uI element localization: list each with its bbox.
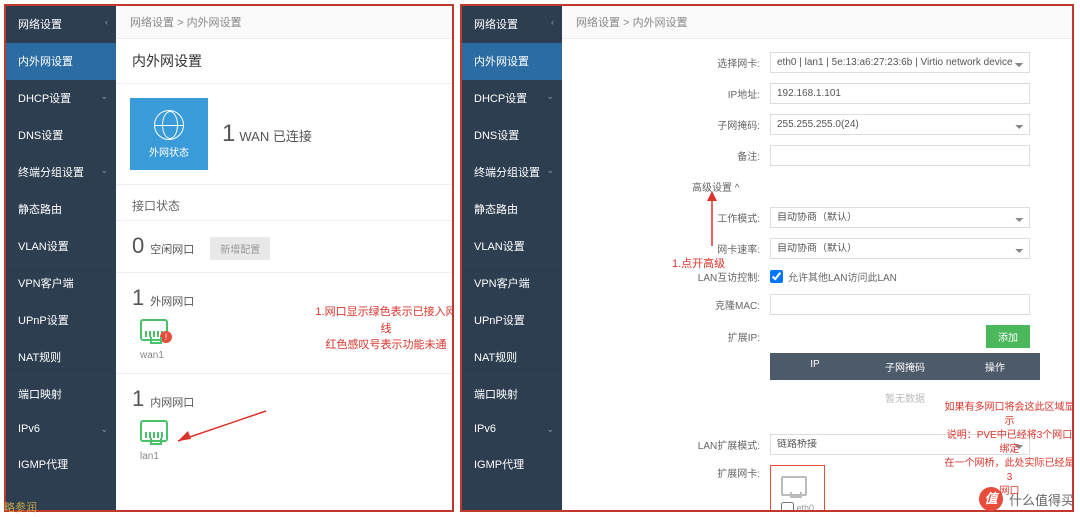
chevron-left-icon: ‹ [105, 17, 108, 27]
breadcrumb: 网络设置 > 内外网设置 [562, 6, 1072, 39]
sidebar-item-ipv6[interactable]: IPv6⌄ [462, 413, 562, 446]
chevron-down-icon: ⌄ [546, 424, 554, 435]
annotation-right-1: 1.点开高级 [672, 256, 725, 273]
advanced-toggle[interactable]: 高级设置 ^ [672, 171, 1072, 202]
wan-status-tile[interactable]: 外网状态 [130, 98, 208, 170]
nic-select[interactable]: eth0 | lan1 | 5e:13:a6:27:23:6b | Virtio… [770, 52, 1030, 73]
globe-icon [154, 110, 184, 140]
port-label-lan: lan1 [140, 451, 436, 462]
chevron-left-icon: ‹ [551, 17, 554, 27]
sidebar-item-dns[interactable]: DNS设置 [6, 117, 116, 154]
extip-table-header: IP子网掩码操作 [770, 353, 1040, 380]
sidebar-item-nat[interactable]: NAT规则 [6, 339, 116, 376]
breadcrumb: 网络设置 > 内外网设置 [116, 6, 452, 39]
sidebar-header[interactable]: 网络设置‹ [6, 6, 116, 43]
chevron-down-icon: ⌄ [546, 91, 554, 102]
ext-nic-label: 扩展网卡: [682, 465, 770, 480]
sidebar-item-vlan[interactable]: VLAN设置 [6, 228, 116, 265]
sidebar-item-vpn[interactable]: VPN客户端 [6, 265, 116, 302]
speed-select[interactable]: 自动协商（默认） [770, 238, 1030, 259]
content-right: 网络设置 > 内外网设置 选择网卡:eth0 | lan1 | 5e:13:a6… [562, 6, 1072, 510]
access-checkbox[interactable] [770, 270, 783, 283]
sidebar-item-dhcp[interactable]: DHCP设置⌄ [462, 80, 562, 117]
sidebar-item-vlan[interactable]: VLAN设置 [462, 228, 562, 265]
nic-icon[interactable] [781, 476, 807, 496]
extip-label: 扩展IP: [682, 329, 770, 344]
mac-label: 克隆MAC: [682, 297, 770, 312]
sidebar-header[interactable]: 网络设置‹ [462, 6, 562, 43]
wan-status-box: 外网状态 1WAN 已连接 [116, 84, 452, 185]
ip-label: IP地址: [682, 86, 770, 101]
mode-select[interactable]: 自动协商（默认） [770, 207, 1030, 228]
interface-status-header: 接口状态 [116, 185, 452, 221]
chevron-down-icon: ⌄ [100, 165, 108, 176]
sidebar-item-wan-lan[interactable]: 内外网设置 [6, 43, 116, 80]
sidebar-item-nat[interactable]: NAT规则 [462, 339, 562, 376]
mode-label: 工作模式: [682, 210, 770, 225]
sidebar-item-terminal-group[interactable]: 终端分组设置⌄ [462, 154, 562, 191]
annotation-right-2: 如果有多网口将会这此区域显示 说明：PVE中已经将3个网口绑定 在一个网桥，此处… [942, 401, 1072, 499]
eth0-checkbox[interactable] [781, 502, 794, 510]
sidebar-item-dhcp[interactable]: DHCP设置⌄ [6, 80, 116, 117]
eth0-label: eth0 [797, 503, 815, 510]
sidebar-item-dns[interactable]: DNS设置 [462, 117, 562, 154]
access-check-label: 允许其他LAN访问此LAN [788, 269, 897, 284]
sidebar-item-ipv6[interactable]: IPv6⌄ [6, 413, 116, 446]
free-port-row: 0空闲网口新增配置 [116, 221, 452, 273]
sidebar-item-static-route[interactable]: 静态路由 [462, 191, 562, 228]
sidebar-right: 网络设置‹ 内外网设置 DHCP设置⌄ DNS设置 终端分组设置⌄ 静态路由 V… [462, 6, 562, 510]
nic-label: 选择网卡: [682, 55, 770, 70]
ext-mode-label: LAN扩展模式: [682, 437, 770, 452]
sidebar-item-igmp[interactable]: IGMP代理 [6, 446, 116, 483]
ip-input[interactable] [770, 83, 1030, 104]
remark-input[interactable] [770, 145, 1030, 166]
sidebar-item-vpn[interactable]: VPN客户端 [462, 265, 562, 302]
watermark-logo-icon: 值 [979, 487, 1003, 511]
sidebar-item-port-forward[interactable]: 端口映射 [6, 376, 116, 413]
internal-port-row: 1内网网口 lan1 [116, 374, 452, 474]
chevron-down-icon: ⌄ [100, 91, 108, 102]
sidebar-item-upnp[interactable]: UPnP设置 [6, 302, 116, 339]
mask-select[interactable]: 255.255.255.0(24) [770, 114, 1030, 135]
mac-input[interactable] [770, 294, 1030, 315]
mask-label: 子网掩码: [682, 117, 770, 132]
content-left: 网络设置 > 内外网设置 内外网设置 外网状态 1WAN 已连接 接口状态 0空… [116, 6, 452, 510]
rj45-lan-icon[interactable] [140, 420, 168, 442]
footer-tag: 略参润 [4, 499, 37, 515]
ext-nic-box: eth0 [770, 465, 825, 510]
sidebar-item-port-forward[interactable]: 端口映射 [462, 376, 562, 413]
sidebar-item-wan-lan[interactable]: 内外网设置 [462, 43, 562, 80]
sidebar-item-igmp[interactable]: IGMP代理 [462, 446, 562, 483]
add-button[interactable]: 添加 [986, 325, 1030, 348]
sidebar-item-static-route[interactable]: 静态路由 [6, 191, 116, 228]
sidebar-left: 网络设置‹ 内外网设置 DHCP设置⌄ DNS设置 终端分组设置⌄ 静态路由 V… [6, 6, 116, 510]
speed-label: 网卡速率: [682, 241, 770, 256]
watermark: 值什么值得买 [979, 487, 1074, 511]
warning-badge-icon: ! [160, 331, 172, 343]
annotation-left: 1.网口显示绿色表示已接入网线 红色感叹号表示功能未通 [311, 304, 452, 354]
rj45-wan-icon[interactable]: ! [140, 319, 168, 341]
sidebar-item-terminal-group[interactable]: 终端分组设置⌄ [6, 154, 116, 191]
chevron-down-icon: ⌄ [100, 424, 108, 435]
sidebar-item-upnp[interactable]: UPnP设置 [462, 302, 562, 339]
new-config-button[interactable]: 新增配置 [210, 237, 270, 260]
remark-label: 备注: [682, 148, 770, 163]
chevron-down-icon: ⌄ [546, 165, 554, 176]
page-title: 内外网设置 [116, 39, 452, 84]
wan-info: 1WAN 已连接 [222, 120, 312, 148]
